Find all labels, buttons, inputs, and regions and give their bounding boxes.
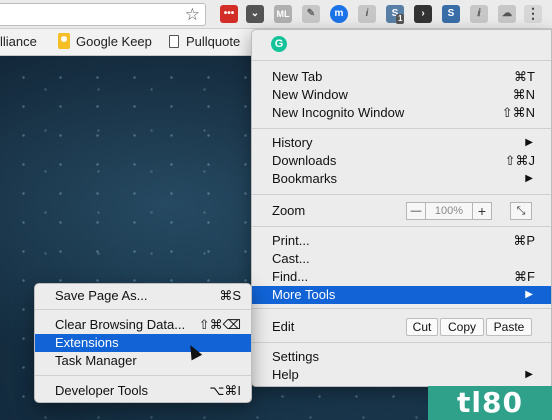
- google-keep-icon: [58, 33, 70, 49]
- menu-item-new-incognito[interactable]: New Incognito Window ⇧⌘N: [252, 104, 551, 122]
- menu-item-extensions[interactable]: Extensions: [35, 334, 251, 352]
- copy-button[interactable]: Copy: [440, 318, 484, 336]
- cut-button[interactable]: Cut: [406, 318, 438, 336]
- menu-item-settings[interactable]: Settings: [252, 348, 551, 366]
- menu-item-cast[interactable]: Cast...: [252, 250, 551, 268]
- zoom-out-button[interactable]: —: [406, 202, 426, 220]
- menu-separator: [252, 60, 551, 61]
- evernote-icon[interactable]: ✎: [302, 5, 320, 23]
- menu-item-new-window[interactable]: New Window ⌘N: [252, 86, 551, 104]
- menu-separator: [252, 226, 551, 227]
- pocket-icon[interactable]: ⌄: [246, 5, 264, 23]
- fullscreen-icon[interactable]: ⤡: [510, 202, 532, 220]
- lastpass-icon[interactable]: •••: [220, 5, 238, 23]
- menu-item-downloads[interactable]: Downloads ⇧⌘J: [252, 152, 551, 170]
- menu-separator: [35, 375, 251, 376]
- slack-icon[interactable]: S: [442, 5, 460, 23]
- menu-item-new-tab[interactable]: New Tab ⌘T: [252, 68, 551, 86]
- menu-item-save-page[interactable]: Save Page As... ⌘S: [35, 287, 251, 305]
- momentum-icon[interactable]: m: [330, 5, 348, 23]
- menu-item-bookmarks[interactable]: Bookmarks ▶: [252, 170, 551, 188]
- menu-separator: [252, 194, 551, 195]
- menu-item-help[interactable]: Help ▶: [252, 366, 551, 384]
- menu-separator: [252, 128, 551, 129]
- browser-toolbar: ☆ ••• ⌄ ML ✎ m i S1 › S ⅈ ☁ ⋮: [0, 0, 552, 29]
- extension-badge: 1: [396, 14, 405, 24]
- chrome-main-menu: New Tab ⌘T New Window ⌘N New Incognito Win…: [251, 29, 552, 387]
- feather-icon[interactable]: ⅈ: [470, 5, 488, 23]
- bookmark-google-keep[interactable]: Google Keep: [58, 33, 152, 51]
- scribe-icon[interactable]: S1: [386, 5, 405, 24]
- menu-item-find[interactable]: Find... ⌘F: [252, 268, 551, 286]
- menu-separator: [252, 308, 551, 309]
- address-bar[interactable]: ☆: [0, 3, 206, 26]
- zoom-in-button[interactable]: +: [472, 202, 492, 220]
- menu-item-print[interactable]: Print... ⌘P: [252, 232, 551, 250]
- menu-item-history[interactable]: History ▶: [252, 134, 551, 152]
- menu-item-clear-browsing-data[interactable]: Clear Browsing Data... ⇧⌘⌫: [35, 316, 251, 334]
- prompt-icon[interactable]: ›: [414, 5, 432, 23]
- grammarly-icon[interactable]: G: [271, 36, 287, 52]
- submenu-arrow-icon: ▶: [525, 369, 533, 380]
- menu-item-developer-tools[interactable]: Developer Tools ⌥⌘I: [35, 382, 251, 400]
- submenu-arrow-icon: ▶: [525, 137, 533, 148]
- ml-icon[interactable]: ML: [274, 5, 292, 23]
- menu-separator: [252, 342, 551, 343]
- submenu-arrow-icon: ▶: [525, 173, 533, 184]
- zoom-level: 100%: [425, 202, 473, 220]
- cloud-icon[interactable]: ☁: [498, 5, 516, 23]
- bookmark-star-icon[interactable]: ☆: [185, 5, 200, 25]
- bookmark-item[interactable]: lliance: [0, 33, 37, 51]
- watermark-logo: tl80: [428, 386, 552, 420]
- menu-item-edit: Edit Cut Copy Paste: [252, 318, 551, 336]
- bookmark-pullquote[interactable]: Pullquote: [169, 33, 240, 51]
- submenu-arrow-icon: ▶: [525, 289, 533, 300]
- menu-kebab-icon[interactable]: ⋮: [524, 5, 542, 23]
- menu-separator: [35, 309, 251, 310]
- readability-icon[interactable]: i: [358, 5, 376, 23]
- menu-item-task-manager[interactable]: Task Manager: [35, 352, 251, 370]
- menu-item-zoom: Zoom — 100% + ⤡: [252, 202, 551, 220]
- document-icon: [169, 35, 179, 48]
- paste-button[interactable]: Paste: [486, 318, 532, 336]
- more-tools-submenu: Save Page As... ⌘S Clear Browsing Data...…: [34, 283, 252, 403]
- menu-item-more-tools[interactable]: More Tools ▶: [252, 286, 551, 304]
